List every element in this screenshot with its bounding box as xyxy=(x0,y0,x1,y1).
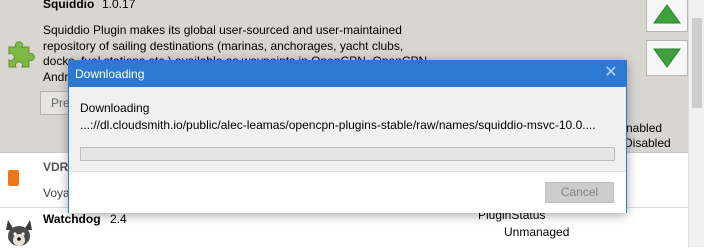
plugin-description-vdr: Voya xyxy=(43,186,70,200)
download-dialog: Downloading ✕ Downloading ...://dl.cloud… xyxy=(68,60,627,213)
close-icon[interactable]: ✕ xyxy=(602,64,620,82)
status-disabled-label: Disabled xyxy=(624,136,671,150)
status-enabled-label: nabled xyxy=(626,121,663,135)
plugin-version-watchdog: 2.4 xyxy=(110,212,127,226)
plugin-name-watchdog: Watchdog xyxy=(43,212,101,226)
dialog-titlebar[interactable]: Downloading ✕ xyxy=(69,61,626,87)
watchdog-dog-icon xyxy=(2,216,36,247)
scrollbar-thumb[interactable] xyxy=(692,18,702,108)
move-up-button[interactable] xyxy=(646,0,688,32)
arrow-up-icon xyxy=(653,4,681,24)
plugin-status-value: Unmanaged xyxy=(504,225,570,239)
cancel-button[interactable]: Cancel xyxy=(545,182,614,203)
puzzle-piece-icon xyxy=(6,38,36,70)
plugin-name-vdr: VDR xyxy=(43,160,69,174)
download-progress-bar xyxy=(80,147,615,161)
plugin-version-squiddio: 1.0.17 xyxy=(102,0,136,11)
download-url: ...://dl.cloudsmith.io/public/alec-leama… xyxy=(80,118,596,132)
move-down-button[interactable] xyxy=(646,40,688,76)
vdr-icon xyxy=(8,170,19,186)
dialog-footer xyxy=(69,171,626,213)
plugin-row-watchdog[interactable] xyxy=(0,207,688,248)
dialog-title: Downloading xyxy=(75,67,145,81)
download-label: Downloading xyxy=(80,101,150,115)
arrow-down-icon xyxy=(653,48,681,68)
plugin-name-squiddio: Squiddio xyxy=(43,0,95,11)
